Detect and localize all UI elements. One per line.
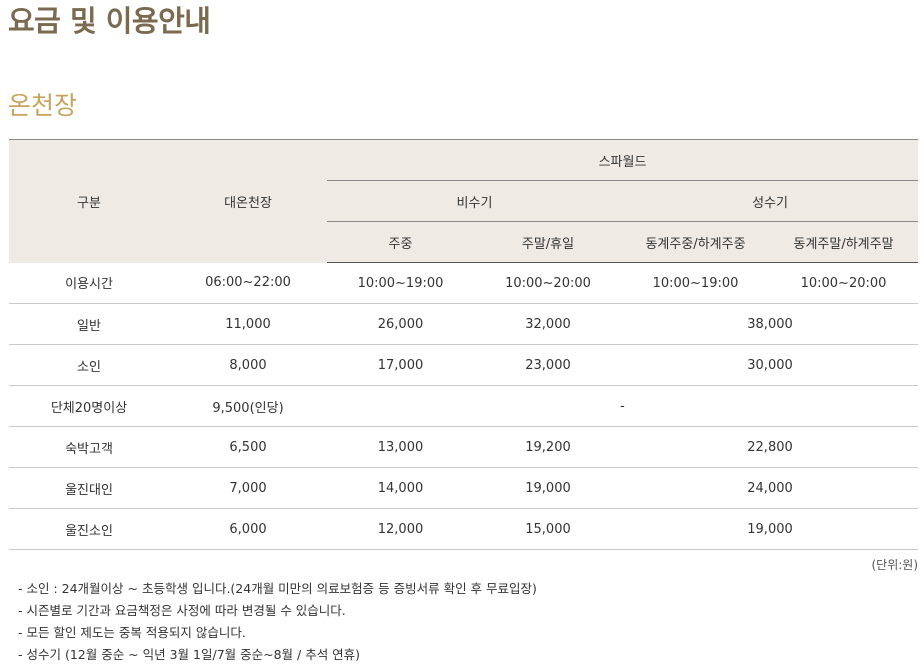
cell-peak: 30,000	[622, 344, 919, 386]
cell-daeoncheon: 11,000	[169, 303, 327, 345]
cell-off-weekend: 19,200	[474, 426, 622, 468]
fee-table: 구분 대온천장 스파월드 비수기 성수기 주중 주말/휴일 동계주중/하계주중 …	[9, 139, 919, 550]
header-category: 구분	[9, 139, 169, 263]
cell-peak: 19,000	[622, 508, 919, 550]
cell-off-weekend: 15,000	[474, 508, 622, 550]
cell-off-weekday: 10:00~19:00	[327, 262, 474, 304]
row-category: 울진대인	[9, 467, 169, 509]
header-weekday: 주중	[327, 221, 474, 263]
table-row: 소인 8,000 17,000 23,000 30,000	[9, 344, 919, 386]
table-row: 울진대인 7,000 14,000 19,000 24,000	[9, 467, 919, 509]
cell-peak: 22,800	[622, 426, 919, 468]
note-item: - 모든 할인 제도는 중복 적용되지 않습니다.	[18, 625, 246, 640]
cell-off-weekend: 32,000	[474, 303, 622, 345]
cell-off-weekend: 23,000	[474, 344, 622, 386]
header-winter-summer-weekday: 동계주중/하계주중	[622, 221, 769, 263]
table-row: 울진소인 6,000 12,000 15,000 19,000	[9, 508, 919, 550]
cell-daeoncheon: 9,500(인당)	[169, 385, 327, 427]
cell-off-weekday: 14,000	[327, 467, 474, 509]
cell-peak-weekend: 10:00~20:00	[769, 262, 919, 304]
note-item: - 성수기 (12월 중순 ~ 익년 3월 1일/7월 중순~8월 / 추석 연…	[18, 647, 361, 662]
cell-peak: 38,000	[622, 303, 919, 345]
note-item: - 시즌별로 기간과 요금책정은 사정에 따라 변경될 수 있습니다.	[18, 603, 346, 618]
cell-daeoncheon: 7,000	[169, 467, 327, 509]
row-category: 이용시간	[9, 262, 169, 304]
header-off-season: 비수기	[327, 180, 622, 222]
cell-off-weekday: 13,000	[327, 426, 474, 468]
table-row: 단체20명이상 9,500(인당) -	[9, 385, 919, 427]
cell-peak-weekday: 10:00~19:00	[622, 262, 769, 304]
page-title: 요금 및 이용안내	[8, 4, 211, 38]
row-category: 숙박고객	[9, 426, 169, 468]
header-winter-summer-weekend: 동계주말/하계주말	[769, 221, 919, 263]
row-category: 소인	[9, 344, 169, 386]
cell-daeoncheon: 8,000	[169, 344, 327, 386]
header-spaworld: 스파월드	[327, 139, 919, 181]
header-peak-season: 성수기	[622, 180, 919, 222]
cell-off-weekday: 17,000	[327, 344, 474, 386]
cell-off-weekend: 10:00~20:00	[474, 262, 622, 304]
notes-list: - 소인 : 24개월이상 ~ 초등학생 입니다.(24개월 미만의 의료보험증…	[18, 578, 537, 666]
cell-off-weekday: 26,000	[327, 303, 474, 345]
row-category: 단체20명이상	[9, 385, 169, 427]
cell-daeoncheon: 06:00~22:00	[169, 262, 327, 304]
unit-note: (단위:원)	[871, 558, 918, 572]
row-category: 일반	[9, 303, 169, 345]
table-row: 이용시간 06:00~22:00 10:00~19:00 10:00~20:00…	[9, 262, 919, 304]
note-item: - 소인 : 24개월이상 ~ 초등학생 입니다.(24개월 미만의 의료보험증…	[18, 581, 537, 596]
table-row: 숙박고객 6,500 13,000 19,200 22,800	[9, 426, 919, 468]
header-daeoncheon: 대온천장	[169, 139, 327, 263]
cell-off-weekday: 12,000	[327, 508, 474, 550]
cell-spaworld: -	[327, 385, 919, 427]
cell-daeoncheon: 6,000	[169, 508, 327, 550]
cell-peak: 24,000	[622, 467, 919, 509]
section-title: 온천장	[8, 91, 78, 120]
cell-daeoncheon: 6,500	[169, 426, 327, 468]
cell-off-weekend: 19,000	[474, 467, 622, 509]
header-weekend-holiday: 주말/휴일	[474, 221, 622, 263]
table-row: 일반 11,000 26,000 32,000 38,000	[9, 303, 919, 345]
row-category: 울진소인	[9, 508, 169, 550]
